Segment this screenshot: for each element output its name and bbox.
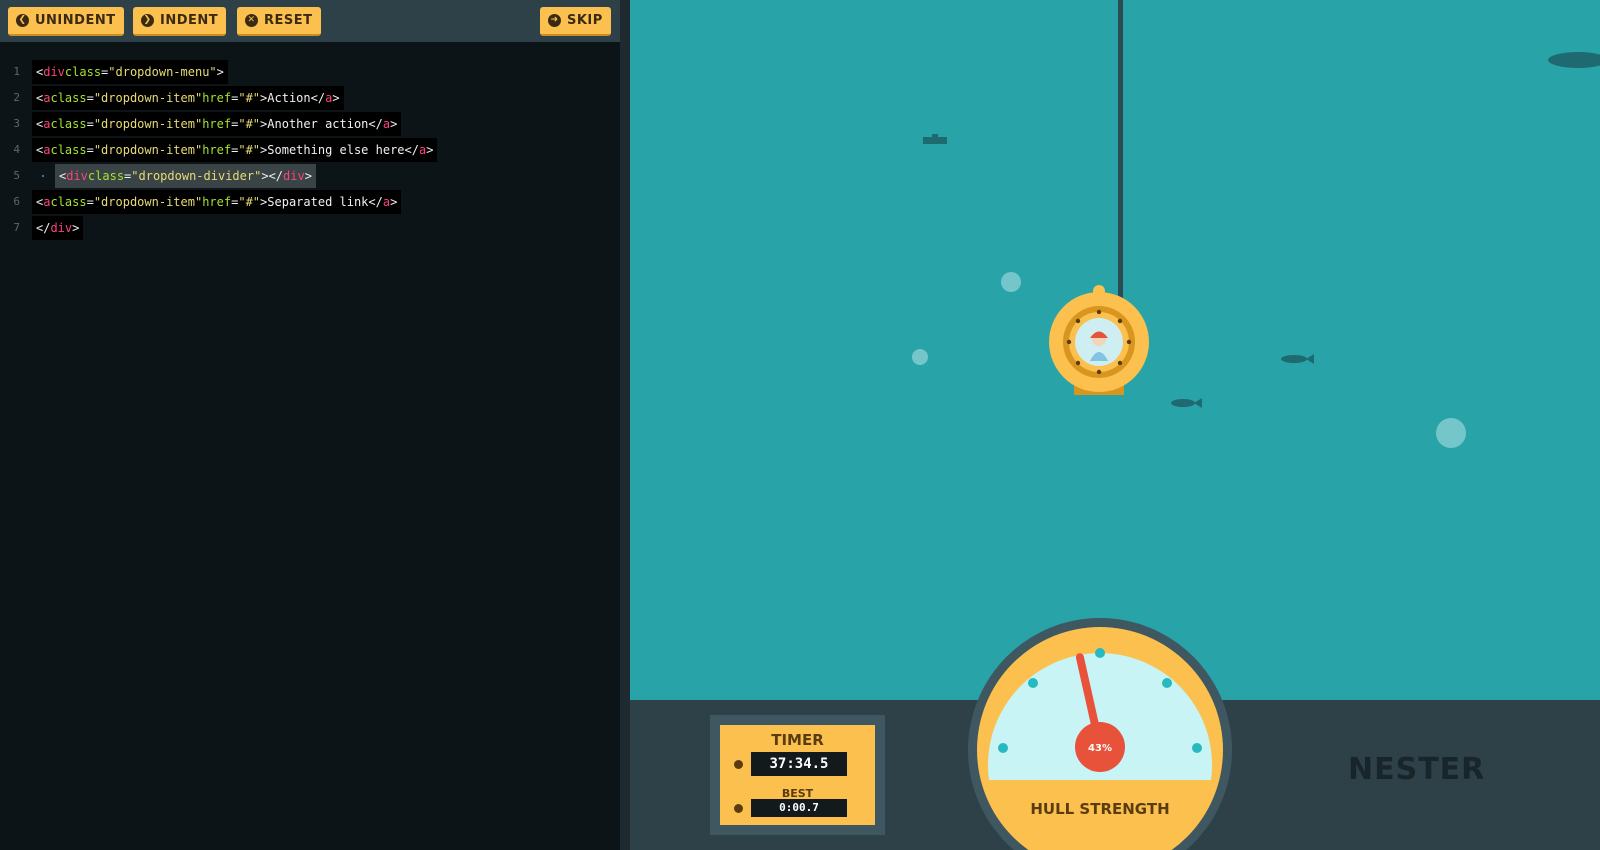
arrow-right-icon: ➜ — [548, 14, 561, 27]
bubble — [1001, 272, 1021, 292]
gauge-tick — [1028, 678, 1038, 688]
indent-button[interactable]: ❯ INDENT — [133, 7, 227, 36]
code-line-text[interactable]: <aclass="dropdown-item"href="#">Separate… — [32, 190, 402, 214]
bubble — [1436, 418, 1466, 448]
code-line-text[interactable]: <aclass="dropdown-item"href="#">Another … — [32, 112, 402, 136]
gauge-tick — [998, 743, 1008, 753]
indicator-light — [734, 760, 743, 769]
skip-button[interactable]: ➜ SKIP — [540, 7, 611, 36]
reset-label: RESET — [264, 13, 313, 28]
fish-icon — [1281, 354, 1314, 364]
code-line[interactable]: 3 <aclass="dropdown-item"href="#">Another… — [0, 112, 620, 138]
fish-icon — [923, 134, 947, 144]
line-number: 4 — [13, 143, 20, 156]
indent-label: INDENT — [160, 13, 219, 28]
line-number: 5 — [13, 169, 20, 182]
indent-marker — [42, 175, 44, 177]
line-number: 1 — [13, 65, 20, 78]
code-line[interactable]: 7 </div> — [0, 216, 620, 242]
skip-label: SKIP — [567, 13, 603, 28]
player-name: NESTER — [1348, 752, 1486, 787]
bathysphere-submarine — [1049, 285, 1149, 395]
chevron-right-icon: ❯ — [141, 14, 154, 27]
reset-button[interactable]: ✕ RESET — [237, 7, 321, 36]
code-line[interactable]: 6 <aclass="dropdown-item"href="#">Separat… — [0, 190, 620, 216]
line-number: 2 — [13, 91, 20, 104]
timer-panel: TIMER 37:34.5 BEST 0:00.7 — [710, 715, 885, 835]
gauge-tick — [1095, 648, 1105, 658]
gauge-tick — [1162, 678, 1172, 688]
hull-strength-gauge: 43% HULL STRENGTH — [968, 618, 1232, 850]
fish-icon — [1548, 52, 1600, 68]
unindent-button[interactable]: ❮ UNINDENT — [8, 7, 124, 36]
best-value: 0:00.7 — [751, 799, 847, 817]
unindent-label: UNINDENT — [35, 13, 116, 28]
hull-percent: 43% — [1088, 743, 1112, 754]
line-number: 6 — [13, 195, 20, 208]
bubble — [912, 349, 928, 365]
gauge-tick — [1192, 743, 1202, 753]
code-line-text[interactable]: <aclass="dropdown-item"href="#">Somethin… — [32, 138, 438, 162]
game-area: TIMER 37:34.5 BEST 0:00.7 43% HULL STREN… — [630, 0, 1600, 850]
close-icon: ✕ — [245, 14, 258, 27]
code-lines: 1 <divclass="dropdown-menu"> 2 <aclass="dro… — [0, 60, 620, 242]
editor-toolbar: ❮ UNINDENT ❯ INDENT ✕ RESET ➜ SKIP — [0, 0, 620, 42]
code-line[interactable]: 2 <aclass="dropdown-item"href="#">Action<… — [0, 86, 620, 112]
code-line[interactable]: 1 <divclass="dropdown-menu"> — [0, 60, 620, 86]
code-line[interactable]: 5 <divclass="dropdown-divider"></div> — [0, 164, 620, 190]
code-line-text[interactable]: <aclass="dropdown-item"href="#">Action</… — [32, 86, 344, 110]
code-line-text[interactable]: </div> — [32, 216, 84, 240]
line-number: 7 — [13, 221, 20, 234]
water-scene — [630, 0, 1600, 700]
code-editor-panel: ❮ UNINDENT ❯ INDENT ✕ RESET ➜ SKIP 1 <div… — [0, 0, 630, 850]
code-line-text-selected[interactable]: <divclass="dropdown-divider"></div> — [55, 164, 316, 188]
timer-value: 37:34.5 — [751, 752, 847, 776]
indicator-light — [734, 804, 743, 813]
fish-icon — [1171, 398, 1202, 408]
timer-label: TIMER — [771, 731, 824, 749]
code-line-text[interactable]: <divclass="dropdown-menu"> — [32, 60, 228, 84]
code-line[interactable]: 4 <aclass="dropdown-item"href="#">Somethi… — [0, 138, 620, 164]
line-number: 3 — [13, 117, 20, 130]
chevron-left-icon: ❮ — [16, 14, 29, 27]
submarine-cable — [1118, 0, 1123, 298]
hull-strength-label: HULL STRENGTH — [1030, 800, 1169, 818]
timer-face: TIMER 37:34.5 BEST 0:00.7 — [720, 725, 875, 825]
